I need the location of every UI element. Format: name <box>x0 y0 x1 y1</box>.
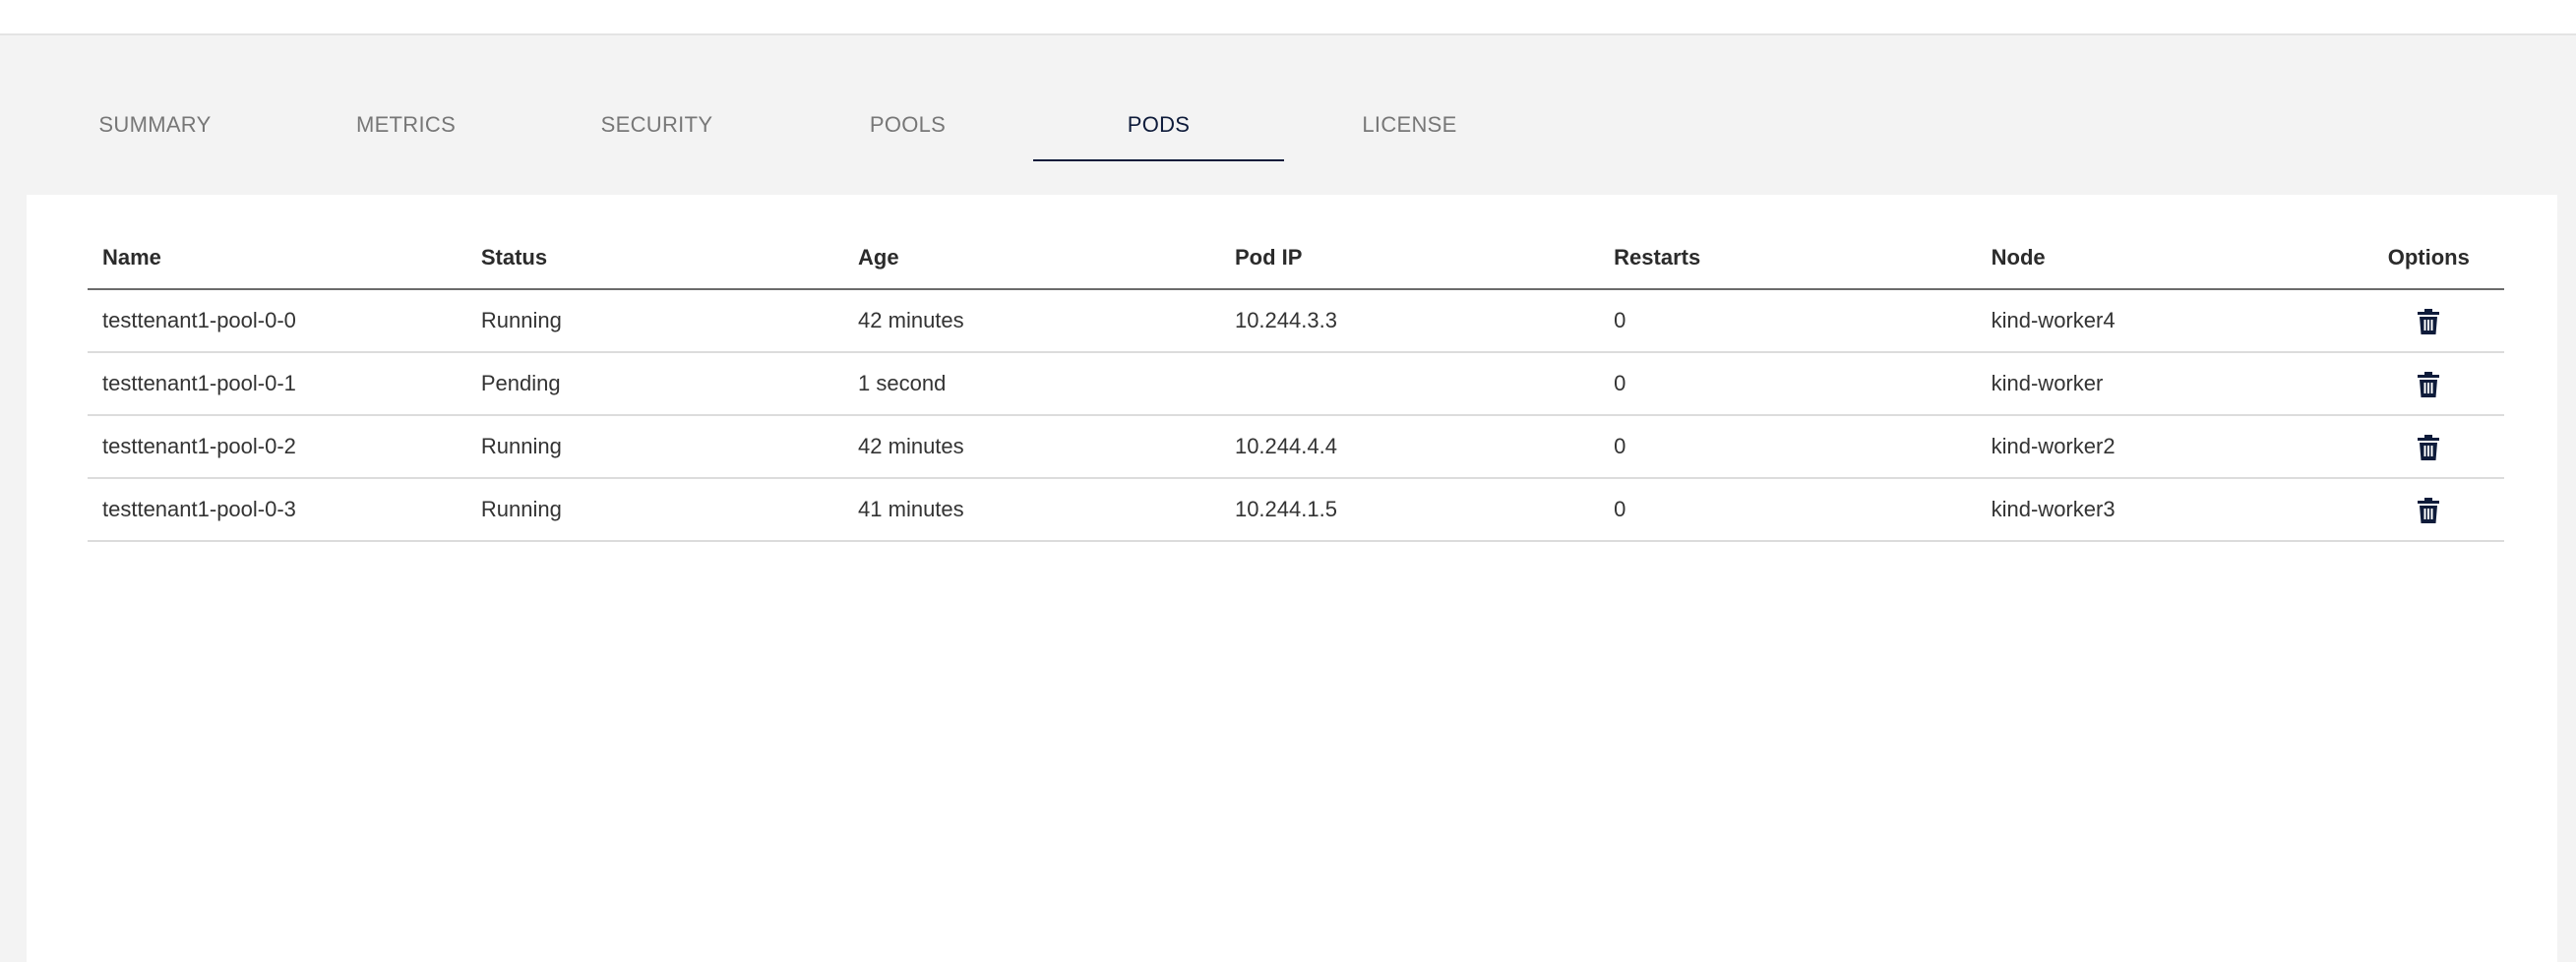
column-header-age[interactable]: Age <box>843 226 1220 290</box>
pod-name-cell: testtenant1-pool-0-0 <box>88 289 466 353</box>
pod-restarts-cell: 0 <box>1599 415 1977 479</box>
pod-node-cell: kind-worker <box>1976 352 2354 416</box>
column-header-options: Options <box>2353 226 2504 290</box>
pod-ip-cell: 10.244.3.3 <box>1219 289 1600 353</box>
tab-pods[interactable]: PODS <box>1033 90 1284 161</box>
pod-options-cell <box>2353 289 2504 353</box>
delete-pod-button[interactable] <box>2411 367 2446 402</box>
delete-pod-button[interactable] <box>2411 304 2446 339</box>
pod-age-cell: 41 minutes <box>843 478 1220 542</box>
pod-ip-cell: 10.244.1.5 <box>1219 478 1600 542</box>
pod-restarts-cell: 0 <box>1599 478 1977 542</box>
trash-icon <box>2418 434 2440 460</box>
pod-node-cell: kind-worker2 <box>1976 415 2354 479</box>
pod-status-cell: Running <box>465 478 844 542</box>
pod-age-cell: 42 minutes <box>843 415 1220 479</box>
pod-options-cell <box>2353 478 2504 542</box>
table-header-row: Name Status Age Pod IP Restarts Node Opt… <box>88 226 2504 290</box>
pod-status-cell: Running <box>465 289 844 353</box>
pod-node-cell: kind-worker4 <box>1976 289 2354 353</box>
pod-ip-cell <box>1219 352 1600 416</box>
delete-pod-button[interactable] <box>2411 430 2446 465</box>
pod-status-cell: Pending <box>465 352 844 416</box>
column-header-status[interactable]: Status <box>465 226 844 290</box>
pods-table: Name Status Age Pod IP Restarts Node Opt… <box>88 226 2504 542</box>
pod-options-cell <box>2353 352 2504 416</box>
pod-name-cell: testtenant1-pool-0-3 <box>88 478 466 542</box>
table-row[interactable]: testtenant1-pool-0-1 Pending 1 second 0 … <box>88 352 2504 416</box>
pod-age-cell: 1 second <box>843 352 1220 416</box>
table-row[interactable]: testtenant1-pool-0-3 Running 41 minutes … <box>88 478 2504 542</box>
tab-license[interactable]: LICENSE <box>1284 90 1535 161</box>
trash-icon <box>2418 308 2440 334</box>
trash-icon <box>2418 371 2440 397</box>
pod-age-cell: 42 minutes <box>843 289 1220 353</box>
column-header-name[interactable]: Name <box>88 226 466 290</box>
pod-options-cell <box>2353 415 2504 479</box>
delete-pod-button[interactable] <box>2411 493 2446 528</box>
pod-name-cell: testtenant1-pool-0-2 <box>88 415 466 479</box>
column-header-restarts[interactable]: Restarts <box>1599 226 1977 290</box>
tab-security[interactable]: SECURITY <box>531 90 782 161</box>
pod-node-cell: kind-worker3 <box>1976 478 2354 542</box>
pod-status-cell: Running <box>465 415 844 479</box>
pod-ip-cell: 10.244.4.4 <box>1219 415 1600 479</box>
column-header-pod-ip[interactable]: Pod IP <box>1219 226 1600 290</box>
tab-bar: SUMMARY METRICS SECURITY POOLS PODS LICE… <box>30 90 1535 161</box>
trash-icon <box>2418 497 2440 523</box>
column-header-node[interactable]: Node <box>1976 226 2354 290</box>
pods-panel: Name Status Age Pod IP Restarts Node Opt… <box>27 195 2557 962</box>
top-bar <box>0 0 2576 35</box>
tab-metrics[interactable]: METRICS <box>280 90 531 161</box>
tab-summary[interactable]: SUMMARY <box>30 90 280 161</box>
pod-name-cell: testtenant1-pool-0-1 <box>88 352 466 416</box>
tab-pools[interactable]: POOLS <box>782 90 1033 161</box>
table-row[interactable]: testtenant1-pool-0-0 Running 42 minutes … <box>88 289 2504 353</box>
pod-restarts-cell: 0 <box>1599 289 1977 353</box>
pod-restarts-cell: 0 <box>1599 352 1977 416</box>
table-row[interactable]: testtenant1-pool-0-2 Running 42 minutes … <box>88 415 2504 479</box>
